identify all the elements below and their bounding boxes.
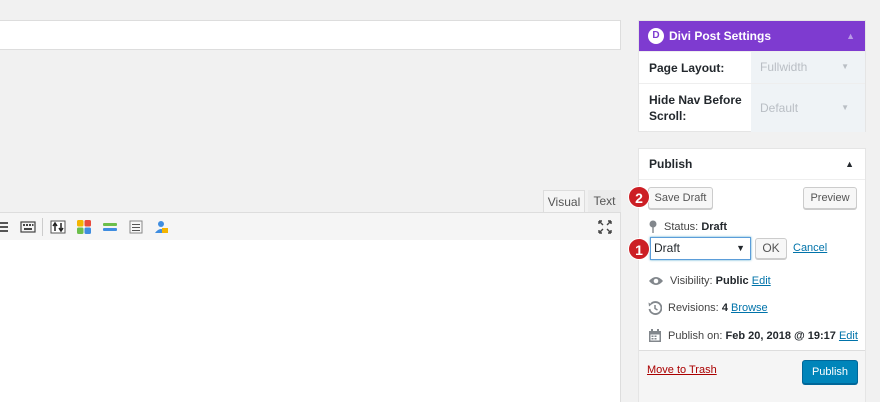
save-draft-button[interactable]: Save Draft: [648, 187, 713, 209]
revisions-label: Revisions:: [668, 302, 719, 314]
step-marker-1: 1: [628, 238, 650, 260]
collapse-arrow-icon[interactable]: ▲: [845, 149, 854, 179]
status-select[interactable]: Draft ▼: [650, 237, 751, 260]
visibility-value: Public: [715, 275, 749, 287]
page-layout-label: Page Layout:: [649, 61, 725, 75]
status-select-value: Draft: [654, 241, 681, 255]
preview-button[interactable]: Preview: [803, 187, 857, 209]
editor-toolbar: [0, 212, 621, 241]
collapse-arrow-icon[interactable]: ▲: [846, 21, 855, 51]
tab-text[interactable]: Text: [588, 190, 621, 213]
keyboard-icon[interactable]: [20, 219, 36, 235]
publish-date-edit-link[interactable]: Edit: [839, 330, 858, 342]
eye-icon: [649, 277, 663, 286]
post-revisions: Revisions: 4 Browse: [648, 301, 768, 316]
ok-button[interactable]: OK: [755, 238, 787, 259]
visibility-edit-link[interactable]: Edit: [752, 275, 771, 287]
post-visibility: Visibility: Public Edit: [648, 274, 771, 288]
color-grid-icon[interactable]: [76, 219, 92, 235]
hide-nav-select[interactable]: Default ▼: [751, 84, 865, 132]
publish-on-value: Feb 20, 2018 @ 19:17: [725, 330, 836, 342]
hide-nav-row: Hide Nav Before Scroll: Default ▼: [639, 83, 865, 132]
divi-logo-icon: D: [648, 28, 664, 44]
chevron-down-icon: ▼: [736, 243, 745, 253]
revisions-browse-link[interactable]: Browse: [731, 302, 768, 314]
page-layout-value: Fullwidth: [760, 60, 808, 74]
tab-visual[interactable]: Visual: [543, 190, 585, 213]
page-layout-row: Page Layout: Fullwidth ▼: [639, 51, 865, 84]
post-title-input[interactable]: [0, 20, 621, 50]
publish-on-label: Publish on:: [668, 330, 723, 342]
fullscreen-icon[interactable]: [597, 219, 613, 235]
cancel-link[interactable]: Cancel: [793, 242, 827, 254]
align-icon[interactable]: [0, 219, 10, 235]
page-layout-select[interactable]: Fullwidth ▼: [751, 52, 865, 84]
list-icon[interactable]: [128, 219, 144, 235]
hide-nav-value: Default: [760, 101, 799, 115]
revisions-count: 4: [721, 302, 728, 314]
publish-header[interactable]: Publish ▲: [639, 149, 865, 180]
revisions-icon: [648, 301, 662, 316]
publish-title: Publish: [649, 157, 693, 171]
publish-date: Publish on: Feb 20, 2018 @ 19:17 Edit: [648, 329, 858, 343]
divi-settings-title: Divi Post Settings: [669, 29, 772, 43]
move-to-trash-link[interactable]: Move to Trash: [647, 364, 717, 376]
step-marker-2: 2: [628, 186, 650, 208]
toolbar-toggle-icon[interactable]: [50, 219, 66, 235]
post-status: Status: Draft: [648, 220, 727, 234]
user-lock-icon[interactable]: [153, 219, 169, 235]
chevron-down-icon: ▼: [841, 103, 849, 112]
hide-nav-label: Hide Nav Before Scroll:: [649, 93, 742, 123]
calendar-icon: [649, 329, 661, 343]
publish-button[interactable]: Publish: [802, 360, 858, 384]
status-label: Status:: [664, 221, 699, 233]
visibility-label: Visibility:: [670, 275, 713, 287]
toolbar-divider: [42, 218, 43, 236]
editor-content-area[interactable]: [0, 240, 621, 402]
divider-icon[interactable]: [102, 219, 118, 235]
pin-icon: [649, 220, 657, 234]
divi-post-settings-box: D Divi Post Settings ▲ Page Layout: Full…: [638, 20, 866, 132]
divi-settings-header[interactable]: D Divi Post Settings ▲: [639, 21, 865, 51]
chevron-down-icon: ▼: [841, 62, 849, 71]
status-value: Draft: [701, 221, 727, 233]
